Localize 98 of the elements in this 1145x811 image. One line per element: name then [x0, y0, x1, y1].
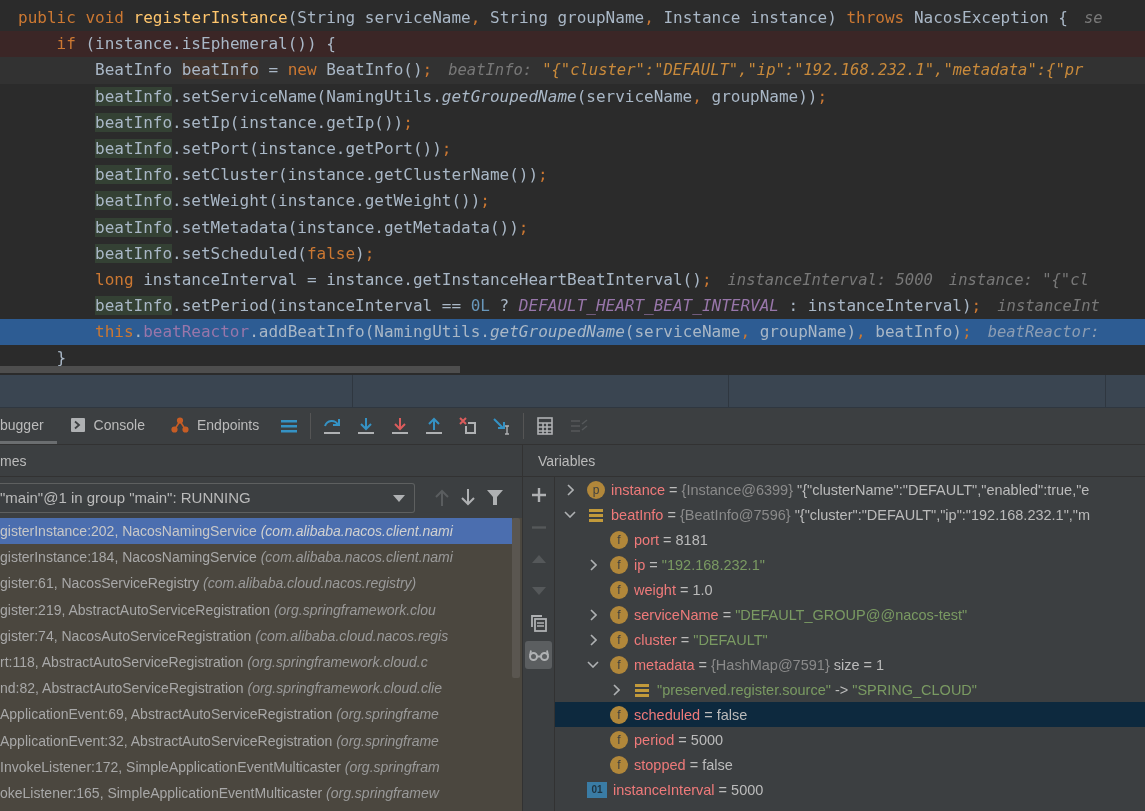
code-line: beatInfo.setScheduled(false);: [95, 242, 375, 265]
variable-text: instanceInterval = 5000: [613, 781, 764, 798]
code-line: beatInfo.setPort(instance.getPort());: [95, 137, 452, 160]
variable-row[interactable]: f cluster = "DEFAULT": [555, 627, 1145, 652]
variable-row[interactable]: p instance = {Instance@6399} "{"clusterName":"DEFAULT","enabled":true,"e: [555, 477, 1145, 502]
variable-row[interactable]: f period = 5000: [555, 727, 1145, 752]
variable-row[interactable]: 01 instanceInterval = 5000: [555, 777, 1145, 802]
variable-row[interactable]: f scheduled = false: [555, 702, 1145, 727]
stack-frame-item[interactable]: ApplicationEvent:32, AbstractAutoServiceRegistration (org.springframe: [0, 727, 512, 754]
type-badge: f: [610, 530, 628, 549]
variable-row[interactable]: "preserved.register.source" -> "SPRING_CLOUD": [555, 677, 1145, 702]
type-badge: f: [610, 755, 628, 774]
stack-frame-item[interactable]: InvokeListener:172, SimpleApplicationEventMulticaster (org.springfram: [0, 753, 512, 780]
code-line: }: [56, 347, 67, 370]
stack-frame-item[interactable]: gister:74, NacosAutoServiceRegistration (com.alibaba.cloud.nacos.regis: [0, 622, 512, 649]
variable-text: period = 5000: [634, 731, 724, 748]
arrow-down-icon[interactable]: [461, 489, 475, 506]
stack-frame-item[interactable]: nd:82, AbstractAutoServiceRegistration (org.springframework.cloud.clie: [0, 675, 512, 702]
variable-text: scheduled = false: [634, 706, 748, 723]
code-line: this.beatReactor.addBeatInfo(NamingUtils.getGroupedName(serviceName, groupName), beatInfo);: [95, 321, 972, 344]
triangle-down-icon: [531, 587, 546, 595]
chevron-down-icon[interactable]: [564, 511, 576, 518]
tab[interactable]: Console: [56, 408, 158, 444]
variable-text: port = 8181: [634, 531, 708, 548]
type-badge: p: [587, 480, 605, 499]
arrow-down-icon[interactable]: [390, 416, 411, 436]
variable-row[interactable]: f port = 8181: [555, 527, 1145, 552]
variable-text: metadata = {HashMap@7591} size = 1: [634, 656, 885, 673]
chevron-right-icon[interactable]: [589, 608, 597, 621]
stack-frame-item[interactable]: gisterInstance:202, NacosNamingService (com.alibaba.nacos.client.nami: [0, 518, 512, 545]
scrollbar[interactable]: [0, 366, 460, 373]
code-line: public void registerInstance(String serviceName, String groupName, Instance instance) throws NacosException {: [18, 7, 1068, 29]
type-badge: f: [610, 705, 628, 724]
arrow-down-icon[interactable]: [356, 416, 377, 436]
inlay-hint: beatInfo: "{"cluster":"DEFAULT","ip":"192.168.232.1","metadata":{"pr: [448, 60, 1084, 82]
code-line: beatInfo.setIp(instance.getIp());: [95, 111, 413, 134]
filter-icon[interactable]: [487, 490, 503, 505]
stack-frame-item[interactable]: rt:118, AbstractAutoServiceRegistration (org.springframework.cloud.c: [0, 648, 512, 676]
type-badge: 01: [587, 781, 607, 798]
terminal-icon: [69, 416, 86, 433]
variable-text: stopped = false: [634, 756, 733, 773]
stack-frame-item[interactable]: gister:219, AbstractAutoServiceRegistration (org.springframework.clou: [0, 596, 512, 623]
variable-text: ip = "192.168.232.1": [634, 556, 765, 573]
variable-row[interactable]: f weight = 1.0: [555, 577, 1145, 602]
code-line: BeatInfo beatInfo = new BeatInfo();: [95, 59, 433, 82]
type-badge: f: [610, 630, 628, 649]
triangle-up-icon: [531, 555, 546, 563]
inlay-hint: instance: "{"cl: [948, 269, 1089, 291]
chevron-right-icon[interactable]: [612, 683, 620, 696]
scrollbar[interactable]: [512, 518, 520, 678]
inlay-hint: se: [1084, 8, 1103, 29]
chevron-right-icon[interactable]: [566, 483, 574, 496]
arrow-up-icon[interactable]: [424, 416, 445, 436]
variable-row[interactable]: f ip = "192.168.232.1": [555, 552, 1145, 577]
inlay-hint: instanceInterval: 5000: [727, 269, 933, 291]
variable-row[interactable]: f stopped = false: [555, 752, 1145, 777]
copy-icon: [530, 614, 547, 632]
stack-frame-item[interactable]: gister:61, NacosServiceRegistry (com.alibaba.cloud.nacos.registry): [0, 570, 512, 597]
code-line: beatInfo.setServiceName(NamingUtils.getGroupedName(serviceName, groupName));: [95, 85, 828, 108]
code-line: beatInfo.setPeriod(instanceInterval == 0L ? DEFAULT_HEART_BEAT_INTERVAL : instanceInterval);: [95, 295, 982, 318]
variable-text: "preserved.register.source" -> "SPRING_CLOUD": [657, 681, 977, 698]
inlay-hint: beatReactor:: [987, 322, 1100, 344]
glasses-icon: [528, 649, 549, 661]
type-badge: f: [610, 730, 628, 749]
caret-icon: [392, 492, 406, 503]
type-badge: f: [610, 555, 628, 574]
type-badge: f: [610, 655, 628, 674]
variable-text: beatInfo = {BeatInfo@7596} "{"cluster":"DEFAULT","ip":"192.168.232.1","m: [611, 506, 1091, 523]
thread-dropdown[interactable]: "main"@1 in group "main": RUNNING: [0, 482, 415, 513]
panel-title: Variables: [538, 452, 596, 469]
chevron-down-icon[interactable]: [587, 661, 599, 668]
panel-title: mes: [0, 452, 27, 469]
code-line: beatInfo.setMetadata(instance.getMetadata());: [95, 216, 529, 239]
variable-row[interactable]: beatInfo = {BeatInfo@7596} "{"cluster":"DEFAULT","ip":"192.168.232.1","m: [555, 502, 1145, 527]
code-line: beatInfo.setWeight(instance.getWeight());: [95, 190, 490, 213]
cross-frame-icon[interactable]: [458, 416, 479, 436]
stack-frame-item[interactable]: ApplicationEvent:69, AbstractAutoServiceRegistration (org.springframe: [0, 701, 512, 728]
variable-text: instance = {Instance@6399} "{"clusterName":"DEFAULT","enabled":true,"e: [611, 481, 1090, 498]
type-badge: f: [610, 580, 628, 599]
type-badge: f: [610, 605, 628, 624]
code-line: long instanceInterval = instance.getInstanceHeartBeatInterval();: [95, 268, 712, 291]
plus-icon: [531, 488, 546, 502]
variable-row[interactable]: f serviceName = "DEFAULT_GROUP@@nacos-test": [555, 602, 1145, 627]
nodes-icon: [170, 416, 189, 433]
code-line: beatInfo.setCluster(instance.getClusterName());: [95, 164, 548, 187]
variable-text: weight = 1.0: [634, 581, 713, 598]
calculator-icon[interactable]: [535, 416, 556, 436]
inlay-hint: instanceInt: [997, 296, 1100, 318]
chevron-right-icon[interactable]: [589, 558, 597, 571]
variable-text: serviceName = "DEFAULT_GROUP@@nacos-test": [634, 606, 968, 623]
variable-row[interactable]: f metadata = {HashMap@7591} size = 1: [555, 652, 1145, 677]
stack-frame-item[interactable]: okeListener:165, SimpleApplicationEventMulticaster (org.springframew: [0, 779, 512, 807]
stack-frame-item[interactable]: gisterInstance:184, NacosNamingService (com.alibaba.nacos.client.nami: [0, 544, 512, 571]
tab[interactable]: Endpoints: [157, 408, 273, 444]
glasses-button[interactable]: [525, 641, 552, 669]
code-line: if (instance.isEphemeral()) {: [56, 33, 336, 56]
variable-text: cluster = "DEFAULT": [634, 631, 768, 648]
chevron-right-icon[interactable]: [589, 633, 597, 646]
